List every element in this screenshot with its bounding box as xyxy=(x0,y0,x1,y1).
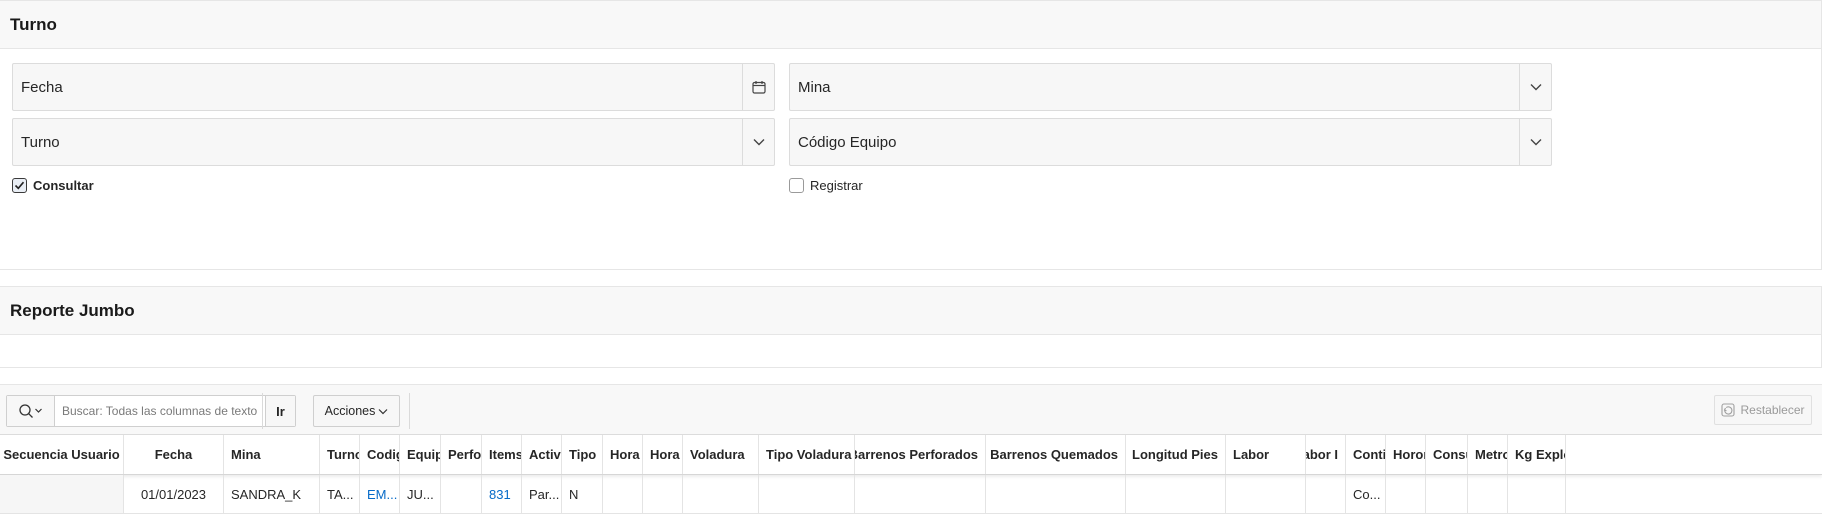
column-header[interactable]: Activid xyxy=(522,435,562,474)
column-header[interactable]: Barrenos Quemados xyxy=(986,435,1126,474)
table-cell xyxy=(855,475,986,513)
mina-dropdown-button[interactable] xyxy=(1519,64,1551,110)
codigo-equipo-dropdown-button[interactable] xyxy=(1519,119,1551,165)
table-cell xyxy=(1126,475,1226,513)
table-cell xyxy=(1306,475,1346,513)
column-header[interactable]: Barrenos Perforados xyxy=(855,435,986,474)
registrar-checkbox[interactable]: Registrar xyxy=(789,178,863,193)
fecha-field-label: Fecha xyxy=(21,78,63,96)
reporte-jumbo-grid: Secuencia UsuarioFechaMinaTurno...Codigo… xyxy=(0,434,1822,520)
column-header[interactable]: Tipo xyxy=(562,435,603,474)
codigo-equipo-select-label: Código Equipo xyxy=(798,133,897,151)
chevron-down-icon xyxy=(378,408,388,414)
turno-select[interactable]: Turno xyxy=(12,118,775,166)
reset-button[interactable]: Restablecer xyxy=(1714,395,1812,425)
actions-menu-label: Acciones xyxy=(324,404,376,418)
calendar-button[interactable] xyxy=(742,64,774,110)
column-header[interactable]: Horom xyxy=(1386,435,1426,474)
search-icon xyxy=(18,404,42,418)
calendar-icon xyxy=(751,81,766,94)
turno-region-header: Turno xyxy=(0,1,1821,49)
chevron-down-icon xyxy=(1530,139,1541,146)
toolbar-divider xyxy=(409,393,410,429)
table-cell: Par... xyxy=(522,475,562,513)
mina-select-label: Mina xyxy=(798,78,831,96)
go-button[interactable]: Ir xyxy=(265,396,295,426)
chevron-down-icon xyxy=(1530,84,1541,91)
column-header[interactable]: Mina xyxy=(224,435,320,474)
reset-button-label: Restablecer xyxy=(1740,403,1805,417)
toolbar-divider xyxy=(262,393,263,429)
column-header[interactable]: Turno... xyxy=(320,435,360,474)
table-cell: N xyxy=(562,475,603,513)
column-header[interactable]: Equipo xyxy=(400,435,441,474)
column-header[interactable]: Voladura xyxy=(683,435,759,474)
registrar-checkbox-label: Registrar xyxy=(810,178,863,193)
table-cell: SANDRA_K xyxy=(224,475,320,513)
chevron-down-icon xyxy=(753,139,764,146)
column-header[interactable]: Contin xyxy=(1346,435,1386,474)
actions-menu-button[interactable]: Acciones xyxy=(313,395,400,427)
column-header[interactable]: Consu xyxy=(1426,435,1468,474)
table-cell xyxy=(1426,475,1468,513)
table-cell xyxy=(1508,475,1566,513)
table-cell xyxy=(603,475,643,513)
fecha-field[interactable]: Fecha xyxy=(12,63,775,111)
turno-select-label: Turno xyxy=(21,133,60,151)
column-header[interactable]: Hora F xyxy=(643,435,683,474)
consultar-checkbox-box[interactable] xyxy=(12,178,27,193)
reporte-jumbo-region-title: Reporte Jumbo xyxy=(10,300,135,320)
table-cell xyxy=(986,475,1126,513)
column-header[interactable]: Hora In xyxy=(603,435,643,474)
grid-header-row: Secuencia UsuarioFechaMinaTurno...Codigo… xyxy=(0,435,1822,475)
table-cell xyxy=(1468,475,1508,513)
search-box: Ir xyxy=(6,395,296,427)
table-row xyxy=(0,513,1822,520)
cell-link[interactable]: EM... xyxy=(360,475,400,513)
column-header[interactable]: Kg Explos xyxy=(1508,435,1566,474)
cell-link[interactable]: 831 xyxy=(482,475,522,513)
registrar-checkbox-box[interactable] xyxy=(789,178,804,193)
codigo-equipo-select[interactable]: Código Equipo xyxy=(789,118,1552,166)
table-cell xyxy=(1226,475,1306,513)
table-cell: TA... xyxy=(320,475,360,513)
consultar-checkbox[interactable]: Consultar xyxy=(12,178,94,193)
turno-dropdown-button[interactable] xyxy=(742,119,774,165)
column-header[interactable]: Labor xyxy=(1226,435,1306,474)
checkmark-icon xyxy=(14,181,25,190)
column-header[interactable]: Labor I xyxy=(1306,435,1346,474)
column-header[interactable]: Longitud Pies xyxy=(1126,435,1226,474)
column-header[interactable]: Perfori xyxy=(441,435,482,474)
column-header[interactable]: Metros xyxy=(1468,435,1508,474)
grid-toolbar: Ir Acciones Restablecer xyxy=(0,384,1822,434)
search-column-menu-button[interactable] xyxy=(7,396,55,426)
turno-region-title: Turno xyxy=(10,14,57,34)
turno-region: Turno Fecha Mina Turno Código Equipo Con… xyxy=(0,0,1822,270)
column-header[interactable]: Secuencia Usuario xyxy=(0,435,124,474)
table-cell xyxy=(683,475,759,513)
reporte-jumbo-region-header: Reporte Jumbo xyxy=(0,287,1821,335)
consultar-checkbox-label: Consultar xyxy=(33,178,94,193)
table-cell xyxy=(441,475,482,513)
column-header[interactable]: Fecha xyxy=(124,435,224,474)
table-cell xyxy=(759,475,855,513)
reporte-jumbo-region: Reporte Jumbo xyxy=(0,286,1822,368)
column-header[interactable]: Tipo Voladura xyxy=(759,435,855,474)
mina-select[interactable]: Mina xyxy=(789,63,1552,111)
search-input[interactable] xyxy=(55,396,265,426)
column-header[interactable]: Codigo xyxy=(360,435,400,474)
table-cell xyxy=(643,475,683,513)
table-row[interactable]: 01/01/2023 SANDRA_K TA... EM... JU... 831 Par.… xyxy=(0,475,1822,513)
column-header[interactable]: Items... xyxy=(482,435,522,474)
table-cell: 01/01/2023 xyxy=(124,475,224,513)
table-cell xyxy=(1386,475,1426,513)
table-cell: JU... xyxy=(400,475,441,513)
table-cell xyxy=(0,475,124,513)
table-cell: Co... xyxy=(1346,475,1386,513)
reset-icon xyxy=(1721,403,1736,417)
